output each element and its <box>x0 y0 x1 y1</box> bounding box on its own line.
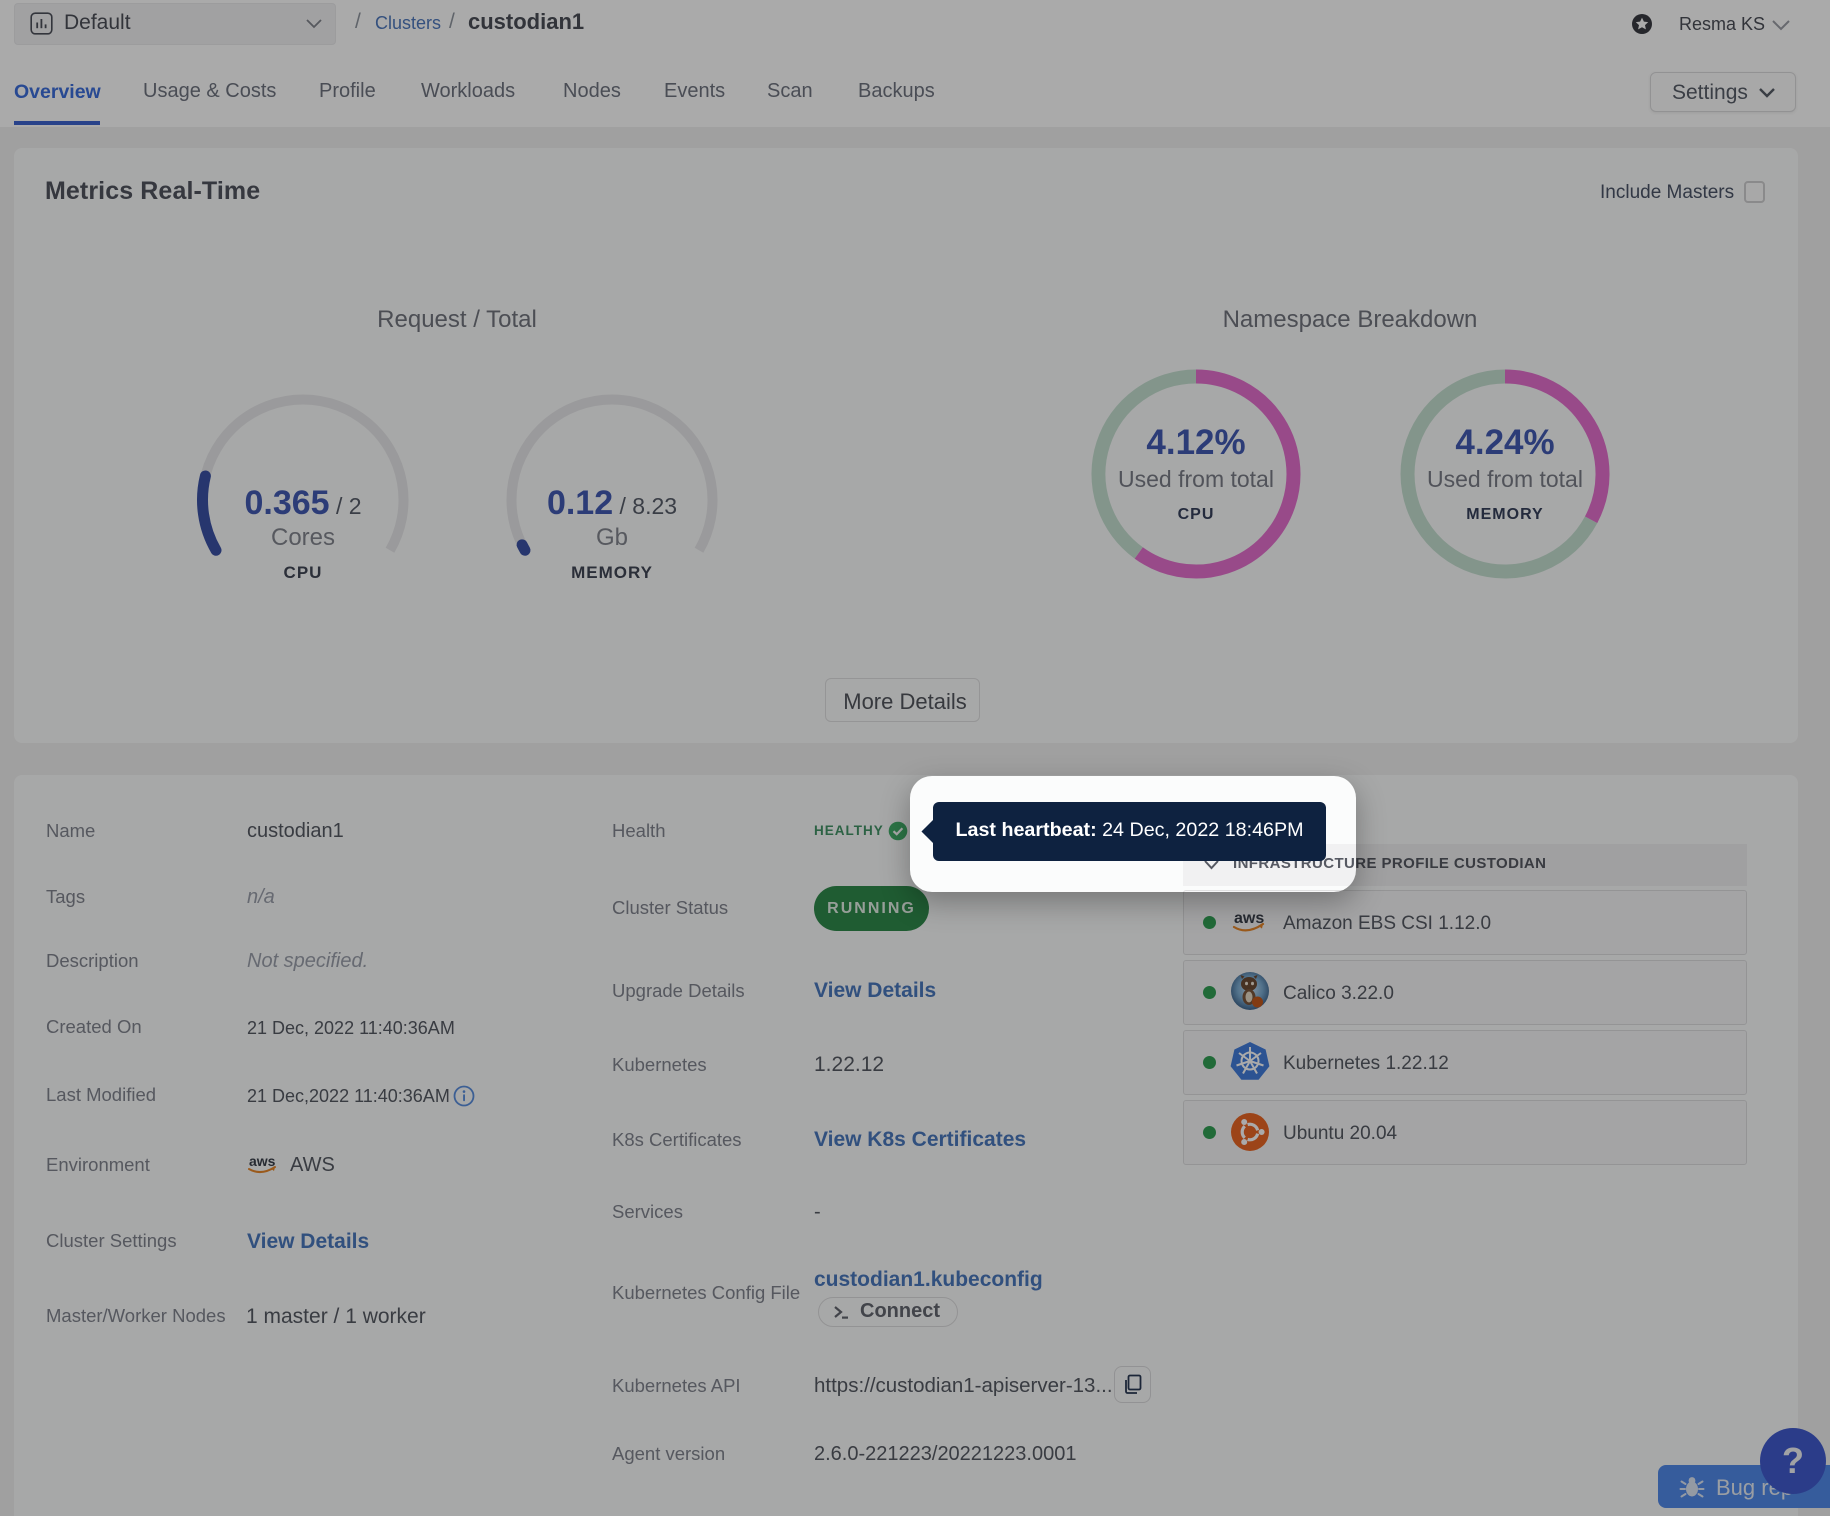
svg-text:aws: aws <box>1234 910 1264 927</box>
svg-text:aws: aws <box>249 1153 276 1169</box>
